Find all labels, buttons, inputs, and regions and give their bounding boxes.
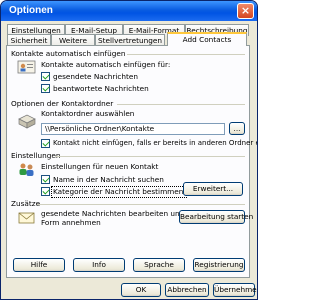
options-dialog: Optionen × Einstellungen E-Mail-Setup E-…: [0, 0, 258, 300]
language-button[interactable]: Sprache: [133, 258, 185, 272]
determine-category-checkbox[interactable]: [41, 187, 50, 196]
title-bar[interactable]: Optionen ×: [1, 1, 257, 21]
add-contacts-panel: Kontakte automatisch einfügen Kontakte a…: [6, 45, 257, 278]
divider: [55, 156, 245, 157]
determine-category-label: Kategorie der Nachricht bestimmen: [53, 187, 184, 196]
contact-card-icon: [17, 60, 36, 74]
folder-path-field[interactable]: \\Persönliche Ordner\Kontakte: [41, 123, 225, 135]
extras-description-line2: Form annehmen: [41, 218, 101, 227]
replied-messages-checkbox[interactable]: [41, 84, 50, 93]
folder-select-subtitle: Kontaktordner auswählen: [41, 109, 135, 118]
registration-button[interactable]: Registrierung: [193, 258, 245, 272]
window-title: Optionen: [9, 5, 53, 16]
apply-button[interactable]: Übernehmen: [213, 283, 257, 297]
auto-insert-subtitle: Kontakte automatisch einfügen für:: [41, 60, 171, 69]
close-icon: ×: [240, 4, 251, 17]
sent-messages-checkbox[interactable]: [41, 72, 50, 81]
replied-messages-label: beantwortete Nachrichten: [53, 84, 149, 93]
info-button[interactable]: Info: [73, 258, 125, 272]
search-name-checkbox[interactable]: [41, 175, 50, 184]
section-title-auto-insert: Kontakte automatisch einfügen: [11, 49, 126, 58]
divider: [117, 104, 245, 105]
folder-tray-icon: [18, 114, 36, 129]
new-contact-settings-subtitle: Einstellungen für neuen Kontakt: [41, 162, 159, 171]
divider: [37, 204, 245, 205]
section-title-extras: Zusätze: [11, 199, 41, 208]
sent-messages-label: gesendete Nachrichten: [53, 72, 139, 81]
cancel-button[interactable]: Abbrechen: [165, 283, 209, 297]
contact-settings-icon: [19, 163, 34, 176]
section-title-folder-options: Optionen der Kontaktordner: [11, 99, 114, 108]
help-button[interactable]: Hilfe: [13, 258, 65, 272]
skip-existing-checkbox[interactable]: [41, 139, 50, 148]
advanced-button[interactable]: Erweitert...: [183, 182, 243, 196]
search-name-label: Name in der Nachricht suchen: [53, 175, 164, 184]
ok-button[interactable]: OK: [121, 283, 161, 297]
skip-existing-label: Kontakt nicht einfügen, falls er bereits…: [53, 139, 257, 147]
start-editing-button[interactable]: Bearbeitung starten: [179, 210, 253, 224]
divider: [127, 54, 245, 55]
close-button[interactable]: ×: [237, 3, 254, 19]
envelope-icon: [18, 212, 35, 224]
browse-folder-button[interactable]: ...: [229, 122, 245, 135]
section-title-settings: Einstellungen: [11, 151, 61, 160]
extras-description-line1: gesendete Nachrichten bearbeiten und die: [41, 209, 198, 218]
tab-add-contacts[interactable]: Add Contacts: [167, 32, 247, 46]
